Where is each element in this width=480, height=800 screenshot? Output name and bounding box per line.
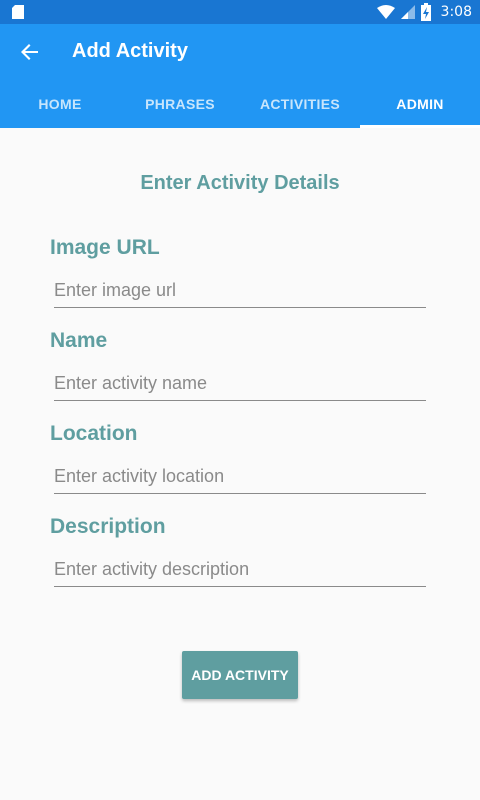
location-input[interactable] [54,464,426,494]
page-title: Add Activity [72,40,188,62]
description-input[interactable] [54,557,426,587]
tab-home[interactable]: HOME [0,80,120,128]
status-icons: 3:08 [376,0,472,24]
image-url-input[interactable] [54,278,426,308]
battery-charging-icon [420,3,431,21]
cell-signal-icon [400,5,415,19]
app-bar: Add Activity [0,24,480,80]
status-bar: 3:08 [0,0,480,24]
sd-card-icon [12,5,24,19]
image-url-label: Image URL [50,236,160,259]
add-activity-button[interactable]: ADD ACTIVITY [182,651,298,699]
form-title: Enter Activity Details [140,172,340,194]
name-label: Name [50,329,108,352]
tab-activities[interactable]: ACTIVITIES [240,80,360,128]
arrow-back-icon [21,44,38,60]
tab-admin[interactable]: ADMIN [360,80,480,128]
status-time: 3:08 [440,4,472,20]
tab-phrases[interactable]: PHRASES [120,80,240,128]
description-label: Description [50,515,166,538]
wifi-icon [376,5,395,19]
name-input[interactable] [54,371,426,401]
location-label: Location [50,422,138,445]
back-button[interactable] [6,28,54,76]
tab-bar: HOME PHRASES ACTIVITIES ADMIN [0,80,480,128]
